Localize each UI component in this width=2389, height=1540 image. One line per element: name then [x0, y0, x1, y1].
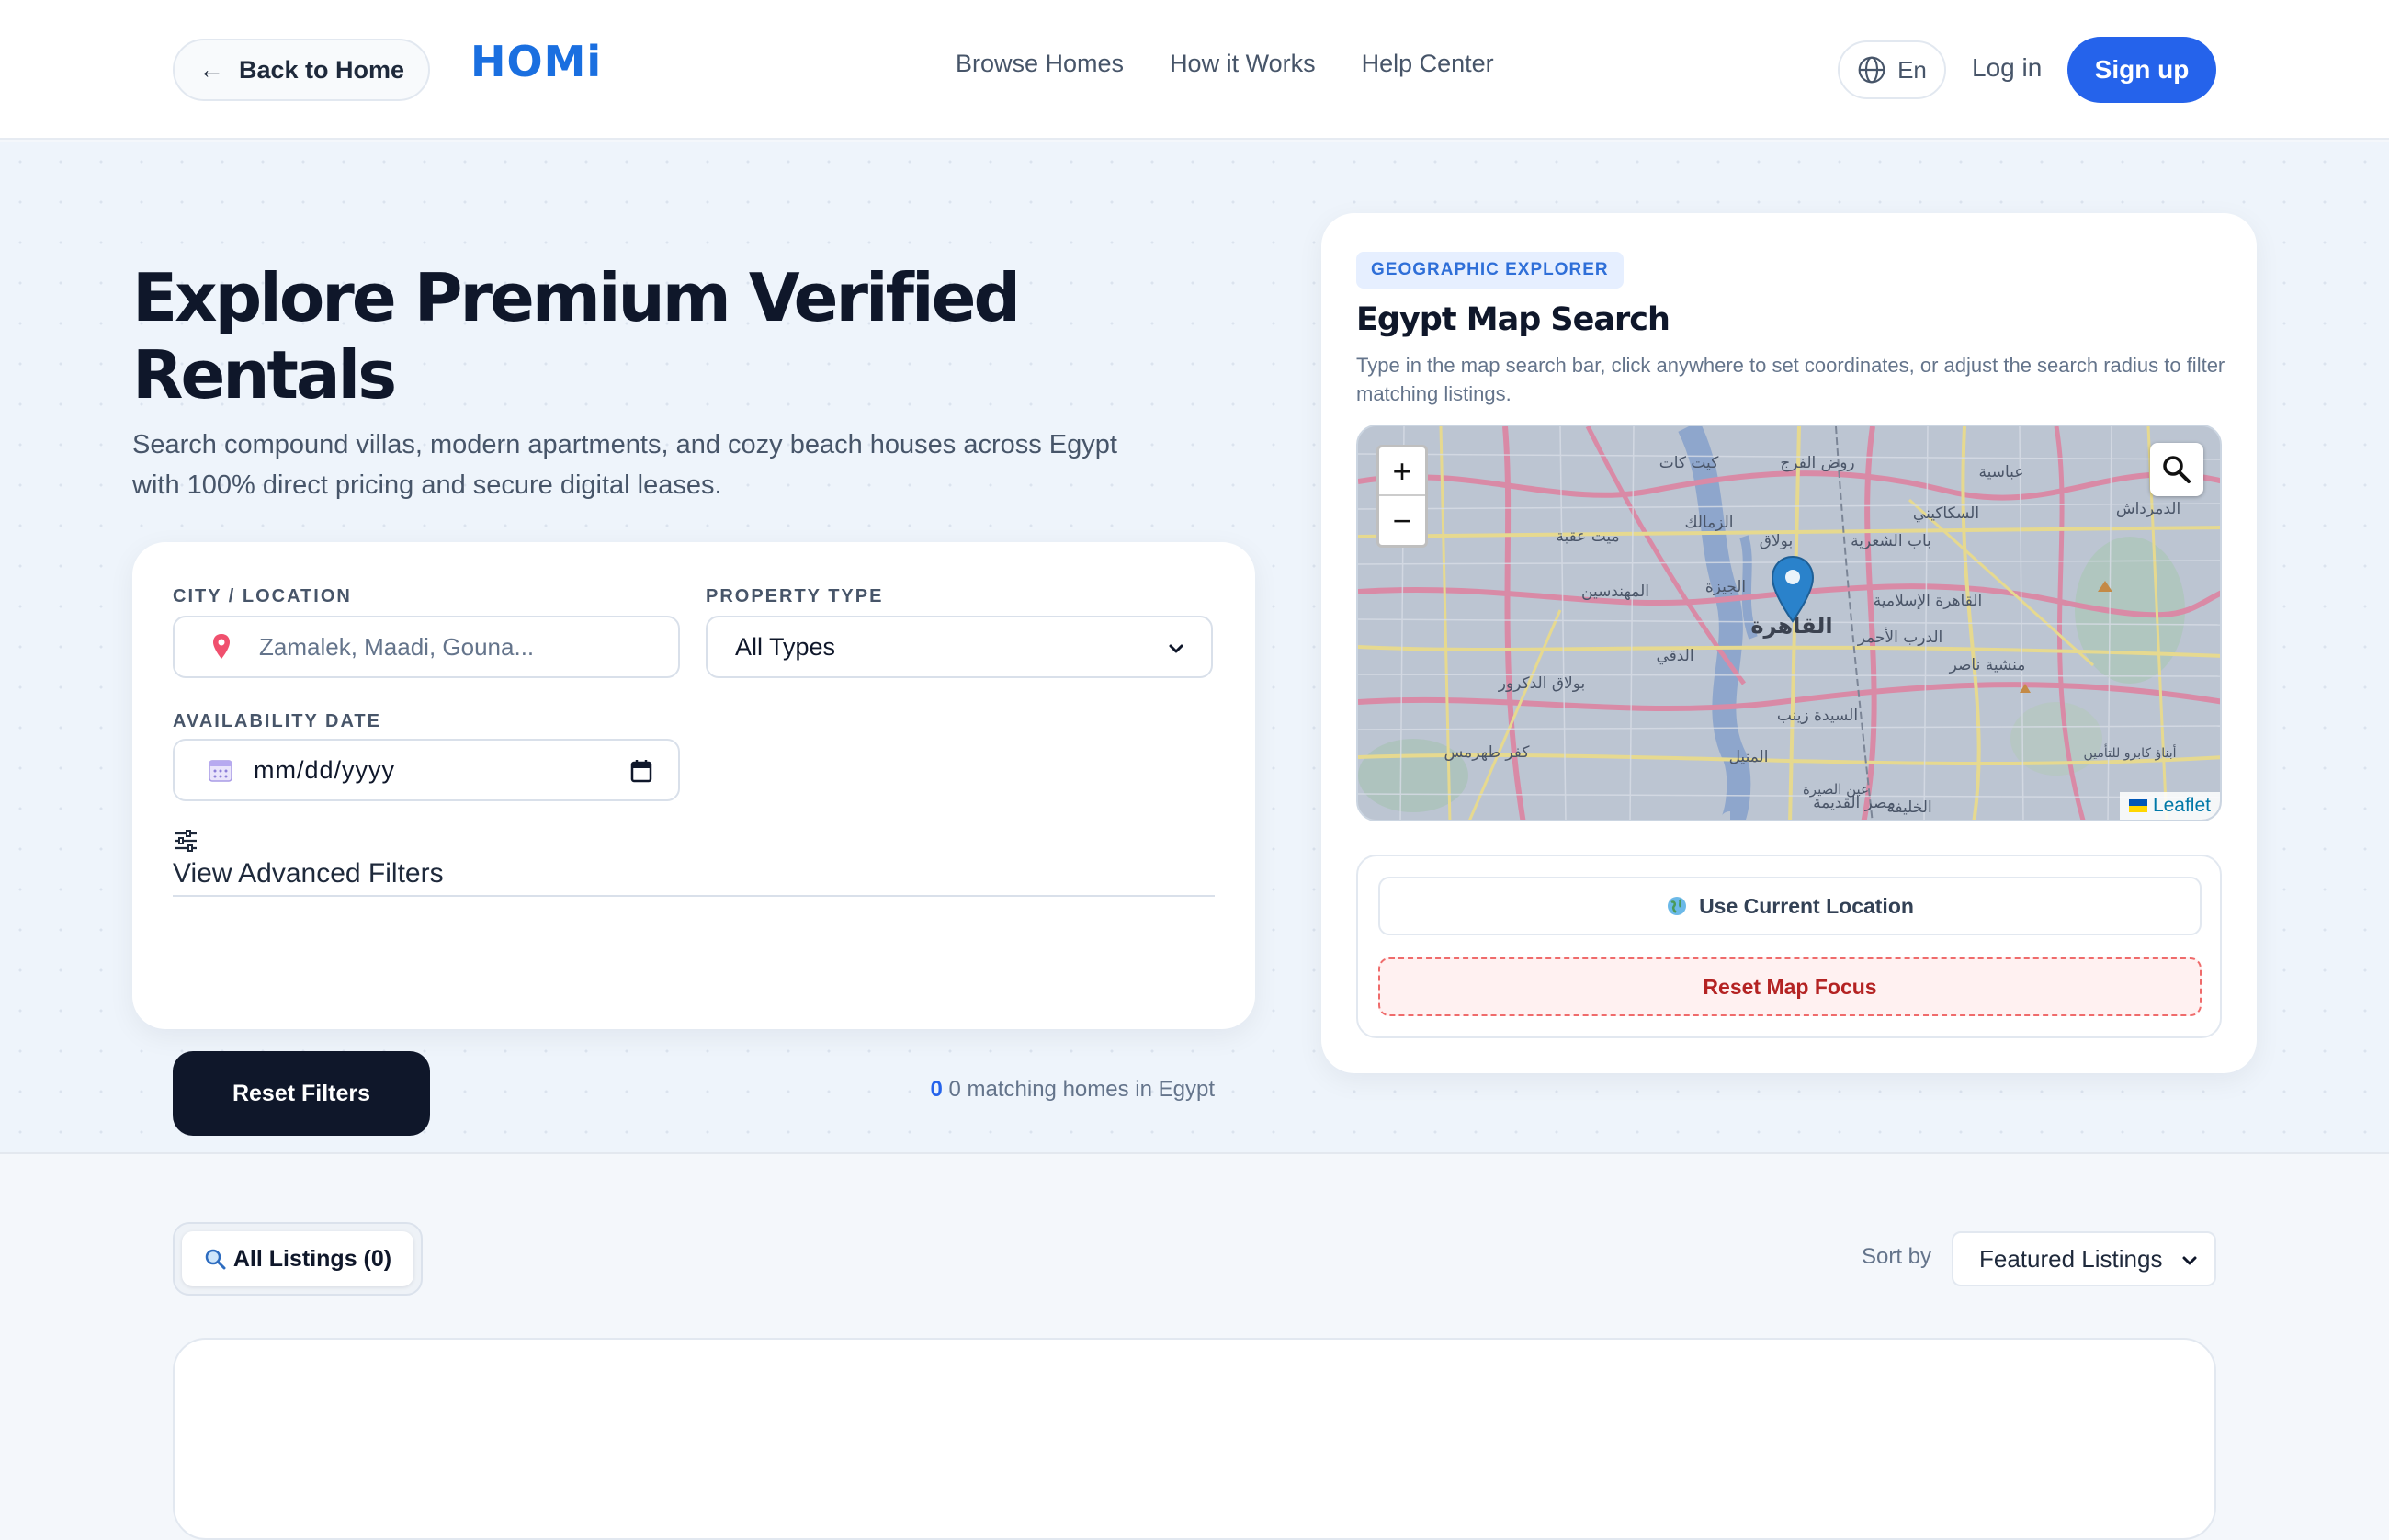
map-label-dokki: الدقي — [1656, 647, 1693, 665]
match-count-number: 0 — [930, 1077, 943, 1102]
advanced-filters-toggle[interactable]: View Advanced Filters — [173, 858, 1215, 897]
nav-link-help-center[interactable]: Help Center — [1362, 50, 1494, 78]
map-zoom-control: + − — [1376, 445, 1428, 548]
ukraine-flag-icon — [2128, 799, 2147, 812]
zoom-in-button[interactable]: + — [1379, 447, 1425, 496]
globe-icon — [1858, 56, 1885, 84]
sort-by-value: Featured Listings — [1979, 1244, 2163, 1273]
availability-date-input[interactable]: mm/dd/yyyy — [173, 739, 680, 801]
nav-link-browse-homes[interactable]: Browse Homes — [956, 50, 1124, 78]
hero-section: Explore Premium Verified Rentals Search … — [0, 142, 2389, 1154]
tab-all-listings[interactable]: All Listings (0) — [182, 1231, 413, 1286]
page-subtitle: Search compound villas, modern apartment… — [132, 430, 1117, 500]
map-search-title: Egypt Map Search — [1356, 301, 1670, 338]
map-location-marker[interactable] — [1770, 555, 1816, 625]
sort-by-label: Sort by — [1862, 1244, 1932, 1269]
leaflet-attribution[interactable]: Leaflet — [2119, 792, 2220, 820]
map-actions-panel: Use Current Location Reset Map Focus — [1356, 855, 2222, 1038]
login-link[interactable]: Log in — [1972, 53, 2042, 83]
search-icon — [2163, 456, 2191, 483]
map-label-manial: المنيل — [1729, 748, 1769, 766]
city-location-label: CITY / LOCATION — [173, 586, 352, 606]
location-pin-icon — [213, 634, 230, 659]
map-label-bulaq-dakrur: بولاق الدكرور — [1498, 674, 1586, 693]
city-location-input[interactable]: Zamalek, Maadi, Gouna... — [173, 616, 680, 678]
back-to-home-button[interactable]: ← Back to Home — [173, 39, 431, 101]
map-search-button[interactable] — [2150, 443, 2203, 496]
reset-map-focus-button[interactable]: Reset Map Focus — [1378, 957, 2202, 1016]
globe-icon — [1668, 897, 1687, 915]
egypt-map[interactable]: القاهرة الزمالك بولاق الدقي المهندسين ال… — [1356, 425, 2222, 821]
availability-date-label: AVAILABILITY DATE — [173, 711, 381, 731]
language-label: En — [1897, 55, 1927, 84]
map-label-giza: الجيزة — [1705, 578, 1746, 596]
main-nav: Browse Homes How it Works Help Center — [956, 50, 1494, 78]
map-search-card: GEOGRAPHIC EXPLORER Egypt Map Search Typ… — [1321, 213, 2257, 1073]
signup-button[interactable]: Sign up — [2067, 37, 2216, 103]
map-label-khalifa: الخليفة — [1886, 798, 1931, 817]
city-location-placeholder: Zamalek, Maadi, Gouna... — [259, 632, 535, 661]
map-label-islamic-cairo: القاهرة الإسلامية — [1874, 592, 1983, 610]
map-label-mit-okba: ميت عقبة — [1556, 527, 1619, 546]
chevron-down-icon — [2182, 1256, 2197, 1265]
map-label-darb-el-ahmar: الدرب الأحمر — [1857, 628, 1943, 647]
sort-by-select[interactable]: Featured Listings — [1952, 1231, 2216, 1286]
map-label-insurance: أبناؤ كابرو للتأمين — [2083, 743, 2176, 761]
use-current-location-label: Use Current Location — [1699, 893, 1914, 918]
map-search-description: Type in the map search bar, click anywhe… — [1356, 354, 2225, 405]
geographic-explorer-badge: GEOGRAPHIC EXPLORER — [1356, 252, 1624, 289]
leaflet-link[interactable]: Leaflet — [2153, 795, 2211, 817]
arrow-left-icon: ← — [198, 55, 224, 84]
sliders-icon — [175, 830, 197, 852]
tab-all-listings-label: All Listings (0) — [232, 1245, 392, 1272]
property-type-value: All Types — [735, 632, 836, 661]
map-label-bulaq: بولاق — [1760, 532, 1793, 550]
use-current-location-button[interactable]: Use Current Location — [1378, 877, 2202, 935]
back-to-home-label: Back to Home — [239, 55, 405, 84]
search-filter-card: CITY / LOCATION Zamalek, Maadi, Gouna...… — [132, 542, 1255, 1136]
map-label-sayeda-zeinab: السيدة زينب — [1777, 707, 1858, 725]
date-picker-icon[interactable] — [630, 759, 652, 783]
listings-tabs: All Listings (0) — [173, 1222, 423, 1296]
homi-logo[interactable]: HOMi — [470, 37, 602, 86]
chevron-down-icon — [1169, 644, 1183, 653]
map-label-bab-el-shaeria: باب الشعرية — [1851, 532, 1931, 550]
property-type-select[interactable]: All Types — [706, 616, 1213, 678]
map-label-abbasiya: عباسية — [1979, 463, 2024, 481]
top-navbar: ← Back to Home HOMi Browse Homes How it … — [0, 0, 2389, 140]
zoom-out-button[interactable]: − — [1379, 496, 1425, 545]
availability-date-value: mm/dd/yyyy — [254, 755, 396, 784]
map-label-ain-el-sira: عين الصيرة — [1803, 781, 1869, 798]
map-label-kit-kat: كيت كات — [1659, 454, 1720, 472]
map-label-rod-el-farag: روض الفرج — [1780, 454, 1854, 472]
matching-homes-count: 0 0 matching homes in Egypt — [930, 1077, 1215, 1103]
match-count-text: 0 matching homes in Egypt — [948, 1077, 1216, 1102]
map-label-mohandessin: المهندسين — [1581, 583, 1649, 601]
map-label-demerdash: الدمرداش — [2116, 500, 2180, 518]
property-type-label: PROPERTY TYPE — [706, 586, 884, 606]
language-switcher[interactable]: En — [1838, 40, 1946, 99]
map-label-zamalek: الزمالك — [1684, 514, 1733, 532]
map-label-manshiyat-naser: منشية ناصر — [1949, 656, 2026, 674]
nav-link-how-it-works[interactable]: How it Works — [1170, 50, 1316, 78]
page-title: Explore Premium Verified Rentals — [132, 259, 1021, 413]
listings-results-panel — [173, 1338, 2216, 1540]
reset-filters-button[interactable]: Reset Filters — [173, 1051, 430, 1136]
magnifier-icon — [205, 1249, 226, 1270]
map-label-kafr-tohormos: كفر طهرمس — [1444, 743, 1530, 762]
map-label-sakakini: السكاكيني — [1913, 504, 1979, 523]
calendar-icon — [209, 760, 232, 782]
